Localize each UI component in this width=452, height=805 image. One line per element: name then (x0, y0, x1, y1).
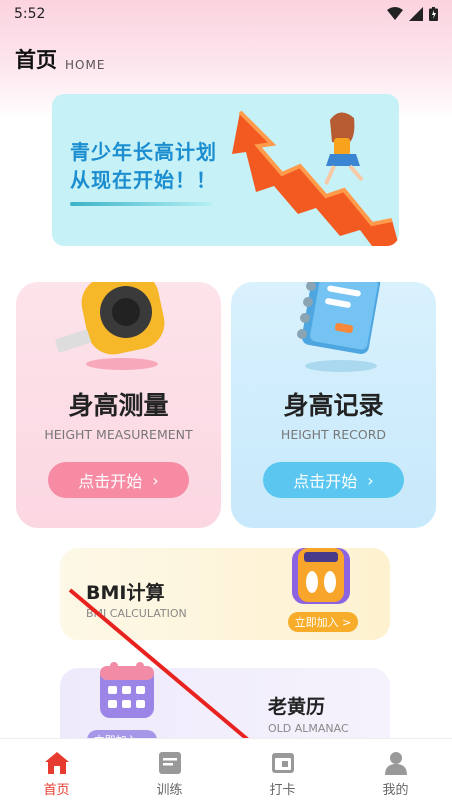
training-icon (158, 752, 181, 774)
almanac-title: 老黄历 (268, 696, 326, 718)
tab-checkin[interactable]: 打卡 (226, 739, 339, 805)
bottom-tab-bar: 首页 训练 打卡 我的 (0, 738, 452, 805)
button-label: 点击开始 (293, 472, 358, 491)
chevron-right-icon: › (152, 470, 159, 490)
scale-icon (292, 548, 350, 604)
start-record-button[interactable]: 点击开始 › (263, 462, 404, 498)
tape-measure-icon (55, 282, 165, 370)
tab-label: 训练 (156, 783, 183, 798)
card-title: 身高测量 (68, 391, 169, 420)
page-subtitle: HOME (65, 58, 106, 72)
wifi-icon (387, 7, 403, 20)
card-subtitle: HEIGHT MEASUREMENT (44, 427, 193, 442)
height-record-card[interactable]: 身高记录 HEIGHT RECORD 点击开始 › (231, 282, 436, 528)
banner-line-1: 青少年长高计划 (70, 140, 217, 164)
bmi-join-button[interactable]: 立即加入 > (288, 612, 358, 632)
tab-label: 首页 (43, 783, 70, 798)
banner-underline (70, 202, 212, 206)
tab-training[interactable]: 训练 (113, 739, 226, 805)
tab-profile[interactable]: 我的 (339, 739, 452, 805)
status-bar: 5:52 (0, 0, 452, 28)
promo-banner[interactable]: 青少年长高计划 从现在开始！！ (52, 94, 399, 246)
almanac-subtitle: OLD ALMANAC (268, 722, 349, 735)
notebook-icon (297, 282, 381, 372)
checkin-icon (271, 753, 294, 773)
card-title: 身高记录 (283, 391, 384, 420)
growth-arrow-illustration (232, 110, 399, 246)
button-label: 点击开始 (78, 472, 143, 491)
chevron-right-icon: › (367, 470, 374, 490)
calendar-icon (100, 662, 154, 718)
tab-label: 我的 (382, 783, 409, 798)
page-title: 首页 (15, 48, 57, 72)
home-icon (44, 752, 69, 774)
almanac-card[interactable]: 老黄历 OLD ALMANAC 立即加入 > (60, 662, 390, 750)
tab-label: 打卡 (269, 783, 296, 798)
bmi-card[interactable]: BMI计算 BMI CALCULATION 立即加入 > (60, 548, 390, 640)
card-subtitle: HEIGHT RECORD (280, 427, 387, 442)
bmi-title: BMI计算 (86, 582, 165, 604)
height-measurement-card[interactable]: 身高测量 HEIGHT MEASUREMENT 点击开始 › (16, 282, 221, 528)
status-icons (387, 7, 438, 21)
banner-line-2: 从现在开始！！ (70, 168, 217, 192)
page-header: 首页 HOME (15, 44, 105, 74)
profile-icon (384, 752, 407, 775)
signal-icon (409, 7, 423, 21)
tab-home[interactable]: 首页 (0, 739, 113, 805)
battery-icon (429, 7, 438, 21)
status-time: 5:52 (14, 6, 46, 22)
start-measurement-button[interactable]: 点击开始 › (48, 462, 189, 498)
bmi-subtitle: BMI CALCULATION (86, 607, 187, 620)
